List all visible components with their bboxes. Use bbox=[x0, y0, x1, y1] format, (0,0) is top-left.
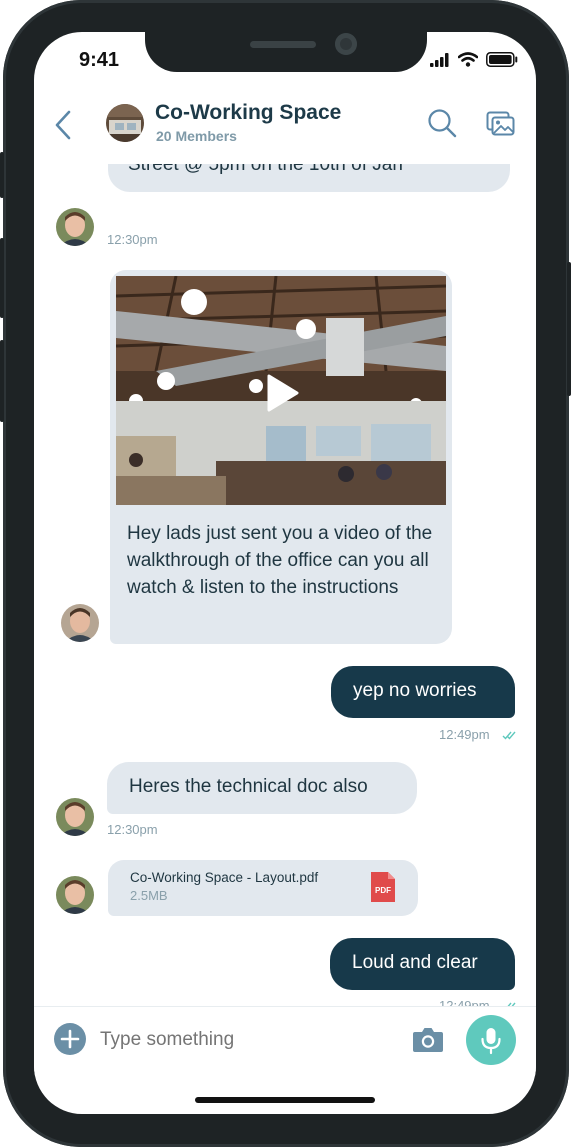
message-bubble-outgoing[interactable]: Loud and clear bbox=[330, 938, 515, 990]
message-text: Hey lads just sent you a video of the wa… bbox=[127, 523, 433, 598]
message-timestamp: 12:30pm bbox=[107, 822, 158, 837]
notch bbox=[145, 32, 427, 72]
video-thumbnail[interactable] bbox=[116, 276, 446, 505]
chat-header: Co-Working Space 20 Members bbox=[34, 92, 536, 164]
back-arrow-icon[interactable] bbox=[52, 108, 76, 142]
message-list[interactable]: Street @ 5pm on the 10th of Jan 12:30pm bbox=[34, 164, 536, 1006]
group-avatar[interactable] bbox=[106, 104, 144, 142]
camera-icon[interactable] bbox=[412, 1025, 444, 1053]
power-button bbox=[567, 262, 571, 396]
message-input-bar bbox=[34, 1006, 536, 1076]
file-message-bubble[interactable]: Co-Working Space - Layout.pdf 2.5MB PDF bbox=[108, 860, 418, 916]
mute-switch bbox=[0, 152, 4, 198]
search-icon[interactable] bbox=[427, 108, 457, 138]
file-name: Co-Working Space - Layout.pdf bbox=[130, 870, 319, 885]
status-icons bbox=[430, 52, 518, 67]
message-text: Street @ 5pm on the 10th of Jan bbox=[128, 164, 403, 175]
status-time: 9:41 bbox=[79, 49, 120, 71]
play-icon[interactable] bbox=[261, 373, 301, 413]
message-timestamp: 12:49pm bbox=[439, 727, 490, 742]
volume-up-button bbox=[0, 238, 4, 318]
volume-down-button bbox=[0, 340, 4, 422]
pdf-label: PDF bbox=[375, 886, 391, 895]
avatar[interactable] bbox=[56, 798, 94, 836]
avatar[interactable] bbox=[56, 876, 94, 914]
group-member-count: 20 Members bbox=[156, 128, 237, 144]
speaker-grille bbox=[250, 41, 316, 48]
mic-icon bbox=[481, 1028, 501, 1055]
video-message-bubble[interactable]: Hey lads just sent you a video of the wa… bbox=[110, 270, 452, 644]
file-size: 2.5MB bbox=[130, 888, 168, 903]
double-check-icon bbox=[502, 731, 516, 740]
home-indicator[interactable] bbox=[195, 1097, 375, 1103]
add-attachment-button[interactable] bbox=[54, 1023, 86, 1055]
gallery-icon[interactable] bbox=[486, 109, 516, 139]
plus-icon bbox=[60, 1029, 80, 1049]
message-bubble-incoming[interactable]: Street @ 5pm on the 10th of Jan bbox=[108, 164, 510, 192]
screen: 9:41 Co-Working Space 20 Members Street … bbox=[34, 32, 536, 1114]
message-text: Loud and clear bbox=[352, 952, 478, 973]
message-text: yep no worries bbox=[353, 680, 477, 701]
message-timestamp: 12:49pm bbox=[439, 998, 490, 1006]
avatar[interactable] bbox=[61, 604, 99, 642]
voice-record-button[interactable] bbox=[466, 1015, 516, 1065]
message-input[interactable] bbox=[100, 1025, 390, 1055]
front-camera bbox=[335, 33, 357, 55]
message-timestamp: 12:30pm bbox=[107, 232, 158, 247]
message-bubble-incoming[interactable]: Heres the technical doc also bbox=[107, 762, 417, 814]
message-bubble-outgoing[interactable]: yep no worries bbox=[331, 666, 515, 718]
avatar[interactable] bbox=[56, 208, 94, 246]
group-title: Co-Working Space bbox=[155, 101, 342, 124]
pdf-file-icon[interactable]: PDF bbox=[371, 872, 395, 902]
wifi-icon bbox=[458, 52, 478, 67]
battery-icon bbox=[486, 52, 518, 67]
message-text: Heres the technical doc also bbox=[129, 776, 368, 797]
signal-icon bbox=[430, 53, 449, 67]
